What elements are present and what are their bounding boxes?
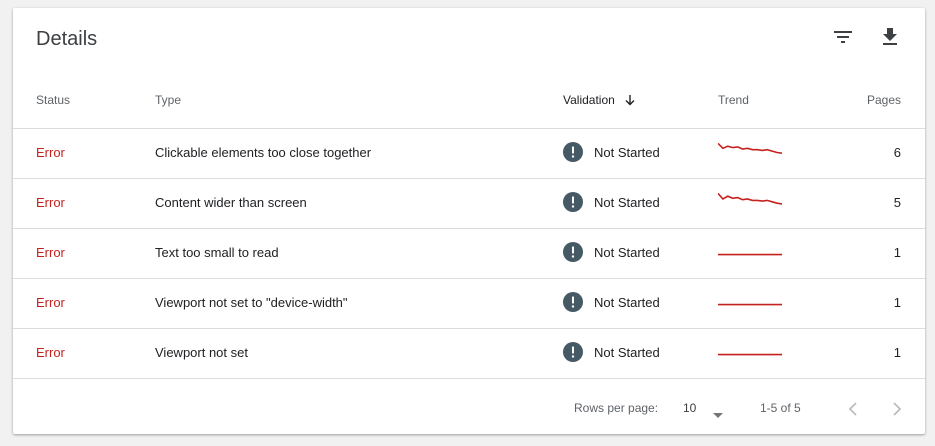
filter-icon bbox=[834, 31, 852, 43]
rows-per-page-select[interactable]: 10 bbox=[683, 401, 696, 415]
row-validation: Not Started bbox=[563, 192, 660, 212]
row-validation: Not Started bbox=[563, 342, 660, 362]
download-icon bbox=[883, 28, 897, 45]
row-pages: 1 bbox=[893, 245, 901, 260]
row-validation-label: Not Started bbox=[594, 244, 660, 260]
row-status: Error bbox=[36, 345, 65, 360]
rows-per-page-dropdown[interactable] bbox=[713, 407, 723, 421]
chevron-right-icon bbox=[893, 402, 902, 416]
row-validation: Not Started bbox=[563, 292, 660, 312]
row-status: Error bbox=[36, 295, 65, 310]
row-validation: Not Started bbox=[563, 242, 660, 262]
exclamation-icon bbox=[563, 142, 583, 162]
next-page-button[interactable] bbox=[885, 397, 909, 424]
exclamation-icon bbox=[563, 342, 583, 362]
download-button[interactable] bbox=[878, 25, 902, 49]
exclamation-icon bbox=[563, 242, 583, 262]
table-row[interactable]: Error Viewport not set to "device-width" N… bbox=[13, 279, 925, 329]
row-pages: 5 bbox=[893, 195, 901, 210]
caret-down-icon bbox=[713, 413, 723, 418]
card-title: Details bbox=[36, 28, 98, 50]
row-type: Clickable elements too close together bbox=[155, 145, 372, 160]
trend-sparkline bbox=[718, 353, 782, 356]
pagination: Rows per page: 10 1-5 of 5 bbox=[13, 388, 925, 434]
table-row[interactable]: Error Viewport not set Not Started 1 bbox=[13, 329, 925, 379]
header-type: Type bbox=[155, 93, 182, 107]
row-trend bbox=[717, 138, 783, 161]
arrow-down-icon bbox=[625, 95, 635, 106]
trend-sparkline bbox=[718, 303, 782, 306]
header-pages: Pages bbox=[866, 93, 901, 107]
row-pages: 6 bbox=[893, 145, 901, 160]
row-type: Viewport not set to "device-width" bbox=[155, 295, 348, 310]
row-pages: 1 bbox=[893, 295, 901, 310]
row-trend bbox=[718, 238, 782, 261]
row-type: Text too small to read bbox=[155, 245, 279, 260]
trend-sparkline bbox=[717, 142, 783, 154]
row-validation-label: Not Started bbox=[594, 344, 660, 360]
row-status: Error bbox=[36, 195, 65, 210]
exclamation-icon bbox=[563, 192, 583, 212]
header-validation[interactable]: Validation bbox=[563, 93, 636, 107]
header-validation-label: Validation bbox=[563, 93, 615, 107]
page-range: 1-5 of 5 bbox=[760, 401, 801, 415]
table-row[interactable]: Error Clickable elements too close togeth… bbox=[13, 129, 925, 179]
row-status: Error bbox=[36, 245, 65, 260]
exclamation-icon bbox=[563, 292, 583, 312]
previous-page-button[interactable] bbox=[841, 397, 865, 424]
table-row[interactable]: Error Text too small to read Not Started 1 bbox=[13, 229, 925, 279]
row-validation: Not Started bbox=[563, 142, 660, 162]
row-validation-label: Not Started bbox=[594, 294, 660, 310]
header-status: Status bbox=[36, 93, 71, 107]
details-card: Details Status Type Validation Trend Pag… bbox=[13, 8, 925, 434]
table-row[interactable]: Error Content wider than screen Not Starte… bbox=[13, 179, 925, 229]
row-pages: 1 bbox=[893, 345, 901, 360]
trend-line bbox=[717, 192, 783, 205]
row-trend bbox=[718, 338, 782, 361]
trend-sparkline bbox=[717, 192, 783, 205]
trend-line bbox=[717, 142, 783, 154]
row-validation-label: Not Started bbox=[594, 194, 660, 210]
chevron-left-icon bbox=[848, 402, 857, 416]
row-type: Viewport not set bbox=[155, 345, 248, 360]
filter-button[interactable] bbox=[831, 25, 855, 49]
row-trend bbox=[718, 288, 782, 311]
row-trend bbox=[717, 188, 783, 211]
header-trend: Trend bbox=[718, 93, 749, 107]
trend-sparkline bbox=[718, 253, 782, 256]
row-validation-label: Not Started bbox=[594, 144, 660, 160]
row-type: Content wider than screen bbox=[155, 195, 307, 210]
row-status: Error bbox=[36, 145, 65, 160]
rows-per-page-label: Rows per page: bbox=[574, 401, 659, 415]
table-header: Status Type Validation Trend Pages bbox=[13, 78, 925, 129]
